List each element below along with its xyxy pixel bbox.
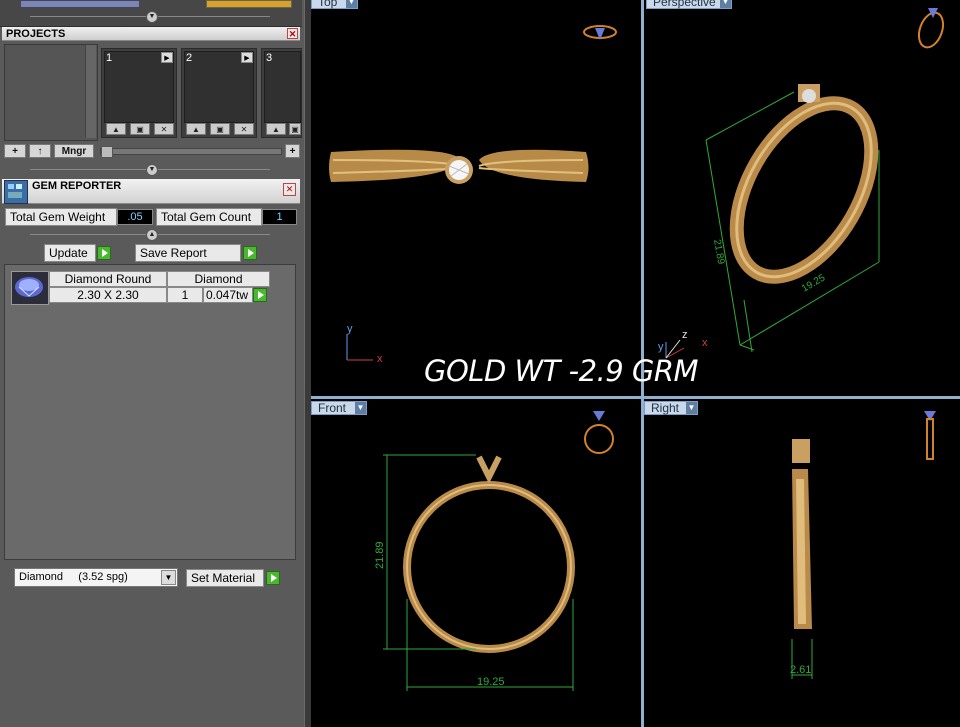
manager-button[interactable]: Mngr (54, 144, 94, 158)
axis-z-label: z (682, 329, 688, 341)
persp-width-dimension: 19.25 (800, 272, 828, 294)
front-view-render: 21.89 19.25 (374, 411, 614, 691)
project-slot-number: 2 (186, 52, 193, 64)
update-button[interactable]: Update (44, 244, 96, 262)
project-slot-3[interactable]: 3 ▲ ▣ (261, 48, 302, 138)
chevron-down-icon[interactable]: ▼ (161, 570, 176, 585)
project-preview-area (4, 44, 98, 141)
save-report-button[interactable]: Save Report (135, 244, 241, 262)
toolbar-buttons-left[interactable] (20, 0, 140, 8)
viewport-top[interactable]: Top ▼ y x (311, 0, 641, 396)
set-material-go-icon[interactable] (266, 571, 280, 585)
total-gem-count-label: Total Gem Count (156, 208, 262, 226)
project-slot-1[interactable]: 1 ▶ ▲ ▣ ✕ (101, 48, 177, 138)
gem-list-panel: Diamond Round Diamond 2.30 X 2.30 1 0.04… (4, 264, 296, 560)
delete-icon[interactable]: ✕ (154, 123, 174, 135)
move-up-button[interactable]: ↑ (29, 144, 51, 158)
project-slot-2[interactable]: 2 ▶ ▲ ▣ ✕ (181, 48, 257, 138)
total-gem-weight-label: Total Gem Weight (5, 208, 117, 226)
viewport-right[interactable]: Right ▼ 2.61 (644, 399, 960, 727)
gold-weight-overlay: GOLD WT -2.9 GRM (424, 354, 699, 388)
persp-height-dimension: 21.89 (711, 239, 726, 266)
right-view-render: 2.61 (790, 411, 936, 679)
gem-reporter-title: GEM REPORTER (32, 180, 122, 192)
save-icon[interactable]: ▣ (130, 123, 150, 135)
collapse-chevron-icon[interactable]: ▼ (146, 164, 158, 176)
table-header-material: Diamond (167, 271, 270, 287)
project-slot-number: 3 (266, 52, 273, 64)
gem-size-cell: 2.30 X 2.30 (49, 287, 167, 303)
zoom-plus-button[interactable]: + (285, 144, 300, 158)
top-toolbar-strip: ▼ (0, 0, 302, 27)
viewport-perspective[interactable]: Perspective ▼ 21.89 19.25 y z x (644, 0, 960, 396)
front-width-dimension: 19.25 (477, 676, 505, 688)
front-height-dimension: 21.89 (374, 541, 386, 569)
update-go-icon[interactable] (97, 246, 111, 260)
total-gem-count-value: 1 (262, 209, 297, 225)
left-panel: ▼ PROJECTS ✕ 1 ▶ ▲ ▣ ✕ 2 ▶ ▲ ▣ ✕ 3 ▲ ▣ +… (0, 0, 304, 727)
slider-thumb[interactable] (101, 146, 113, 158)
save-icon[interactable]: ▣ (289, 123, 301, 135)
gem-weight-cell: 0.047tw (203, 287, 253, 303)
axis-y-label: y (658, 341, 664, 353)
gem-reporter-icon (4, 180, 28, 204)
play-icon[interactable]: ▶ (241, 52, 253, 63)
play-icon[interactable]: ▶ (161, 52, 173, 63)
project-slot-number: 1 (106, 52, 113, 64)
save-icon[interactable]: ▣ (210, 123, 230, 135)
upload-icon[interactable]: ▲ (266, 123, 286, 135)
viewport-front[interactable]: Front ▼ 21.89 19.25 (311, 399, 641, 727)
diamond-round-icon (11, 271, 49, 305)
projects-title: PROJECTS (6, 28, 66, 40)
upload-icon[interactable]: ▲ (106, 123, 126, 135)
axis-x-label: x (702, 337, 708, 349)
gem-qty-cell: 1 (167, 287, 203, 303)
gem-reporter-header: GEM REPORTER ✕ (2, 179, 300, 204)
add-project-button[interactable]: + (4, 144, 26, 158)
collapse-chevron-icon[interactable]: ▲ (146, 229, 158, 241)
projects-header: PROJECTS ✕ (2, 27, 300, 41)
toolbar-buttons-right[interactable] (206, 0, 292, 8)
delete-icon[interactable]: ✕ (234, 123, 254, 135)
top-view-render: y x (329, 25, 617, 365)
upload-icon[interactable]: ▲ (186, 123, 206, 135)
total-gem-weight-value: .05 (117, 209, 153, 225)
table-header-shape: Diamond Round (49, 271, 167, 287)
right-width-dimension: 2.61 (790, 664, 811, 676)
axis-x-label: x (377, 353, 383, 365)
material-select-value: Diamond (3.52 spg) (19, 571, 128, 583)
set-material-button[interactable]: Set Material (186, 569, 264, 587)
project-scrollbar[interactable] (85, 45, 96, 138)
close-icon[interactable]: ✕ (283, 183, 296, 196)
projects-slider[interactable] (100, 146, 282, 158)
close-icon[interactable]: ✕ (287, 28, 298, 39)
collapse-chevron-icon[interactable]: ▼ (146, 11, 158, 23)
save-report-go-icon[interactable] (243, 246, 257, 260)
axis-y-label: y (347, 323, 353, 335)
material-select[interactable]: Diamond (3.52 spg) ▼ (14, 568, 178, 587)
gem-row-go-icon[interactable] (253, 288, 267, 302)
perspective-view-render: 21.89 19.25 y z x (658, 8, 945, 359)
